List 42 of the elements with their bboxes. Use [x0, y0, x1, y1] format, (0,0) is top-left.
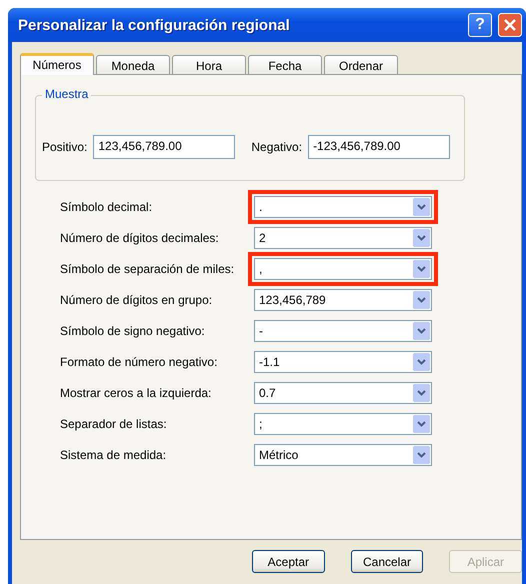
dropdown[interactable]: -1.1	[254, 350, 432, 372]
dropdown[interactable]: ;	[254, 412, 432, 434]
sample-field[interactable]: -123,456,789.00	[308, 135, 450, 159]
dropdown[interactable]: 2	[254, 226, 432, 248]
dialog-button[interactable]: Cancelar	[350, 550, 424, 573]
chevron-down-icon	[413, 290, 430, 308]
dropdown[interactable]: 0.7	[254, 382, 432, 404]
chevron-down-icon	[413, 352, 430, 370]
setting-label: Separador de listas:	[60, 416, 168, 430]
setting-label: Sistema de medida:	[60, 448, 168, 462]
window-title: Personalizar la configuración regional	[18, 16, 291, 34]
dropdown[interactable]: Métrico	[254, 444, 432, 466]
help-button[interactable]: ?	[468, 13, 492, 37]
setting-label: Mostrar ceros a la izquierda:	[60, 386, 212, 400]
chevron-down-icon	[413, 322, 430, 340]
group-label: Muestra	[42, 87, 92, 101]
dropdown[interactable]: 123,456,789	[254, 288, 432, 310]
tab[interactable]: Números	[20, 53, 94, 75]
field-label: Negativo:	[251, 140, 302, 154]
chevron-down-icon	[413, 446, 430, 464]
tab[interactable]: Fecha	[248, 55, 322, 74]
tab[interactable]: Moneda	[96, 55, 170, 74]
close-button[interactable]	[498, 13, 522, 37]
setting-label: Símbolo de signo negativo:	[60, 324, 206, 338]
setting-label: Número de dígitos en grupo:	[60, 292, 214, 306]
tab[interactable]: Ordenar	[324, 55, 398, 74]
sample-field[interactable]: 123,456,789.00	[93, 135, 236, 159]
tab[interactable]: Hora	[172, 55, 246, 74]
chevron-down-icon	[413, 384, 430, 402]
setting-label: Número de dígitos decimales:	[60, 230, 220, 244]
dropdown[interactable]: ,	[254, 258, 432, 280]
chevron-down-icon	[413, 228, 430, 246]
chevron-down-icon	[413, 260, 430, 278]
field-label: Positivo:	[42, 140, 88, 154]
setting-label: Símbolo decimal:	[60, 200, 154, 214]
chevron-down-icon	[413, 414, 430, 432]
chevron-down-icon	[413, 198, 430, 216]
dropdown[interactable]: .	[254, 196, 432, 218]
setting-label: Símbolo de separación de miles:	[60, 262, 236, 276]
dropdown[interactable]: -	[254, 320, 432, 342]
dialog-button[interactable]: Aceptar	[252, 550, 325, 573]
setting-label: Formato de número negativo:	[60, 354, 218, 368]
